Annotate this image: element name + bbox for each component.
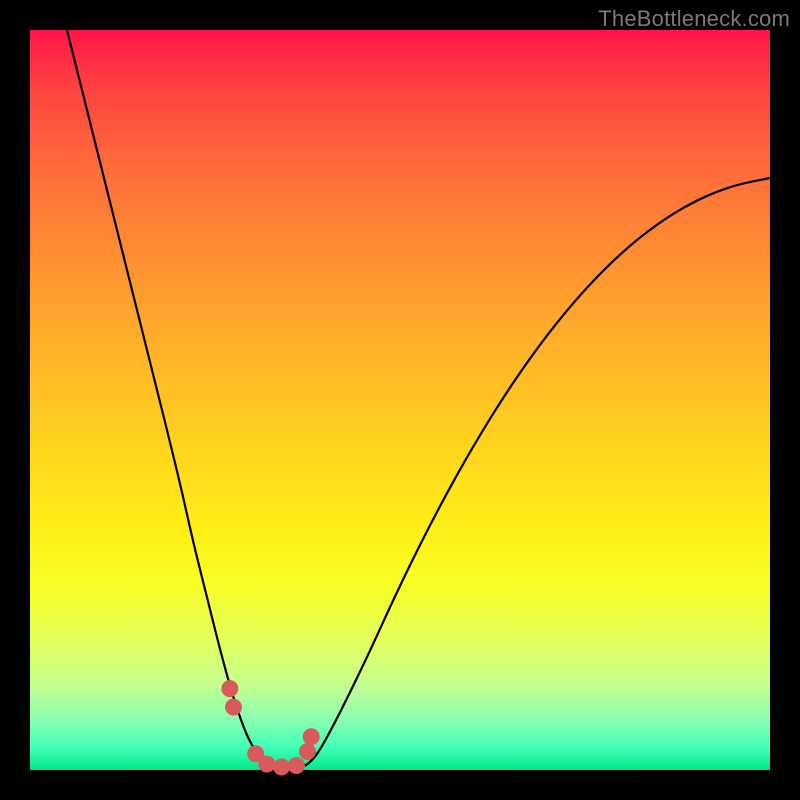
plot-area <box>30 30 770 770</box>
data-marker <box>225 699 242 716</box>
data-marker <box>299 743 316 760</box>
data-marker <box>258 756 275 773</box>
data-marker <box>221 680 238 697</box>
curve-svg <box>30 30 770 770</box>
data-marker <box>288 757 305 774</box>
marker-group <box>221 680 319 775</box>
bottleneck-curve <box>67 30 770 770</box>
data-marker <box>273 759 290 776</box>
data-marker <box>303 728 320 745</box>
watermark-text: TheBottleneck.com <box>598 6 790 32</box>
chart-container: TheBottleneck.com <box>0 0 800 800</box>
